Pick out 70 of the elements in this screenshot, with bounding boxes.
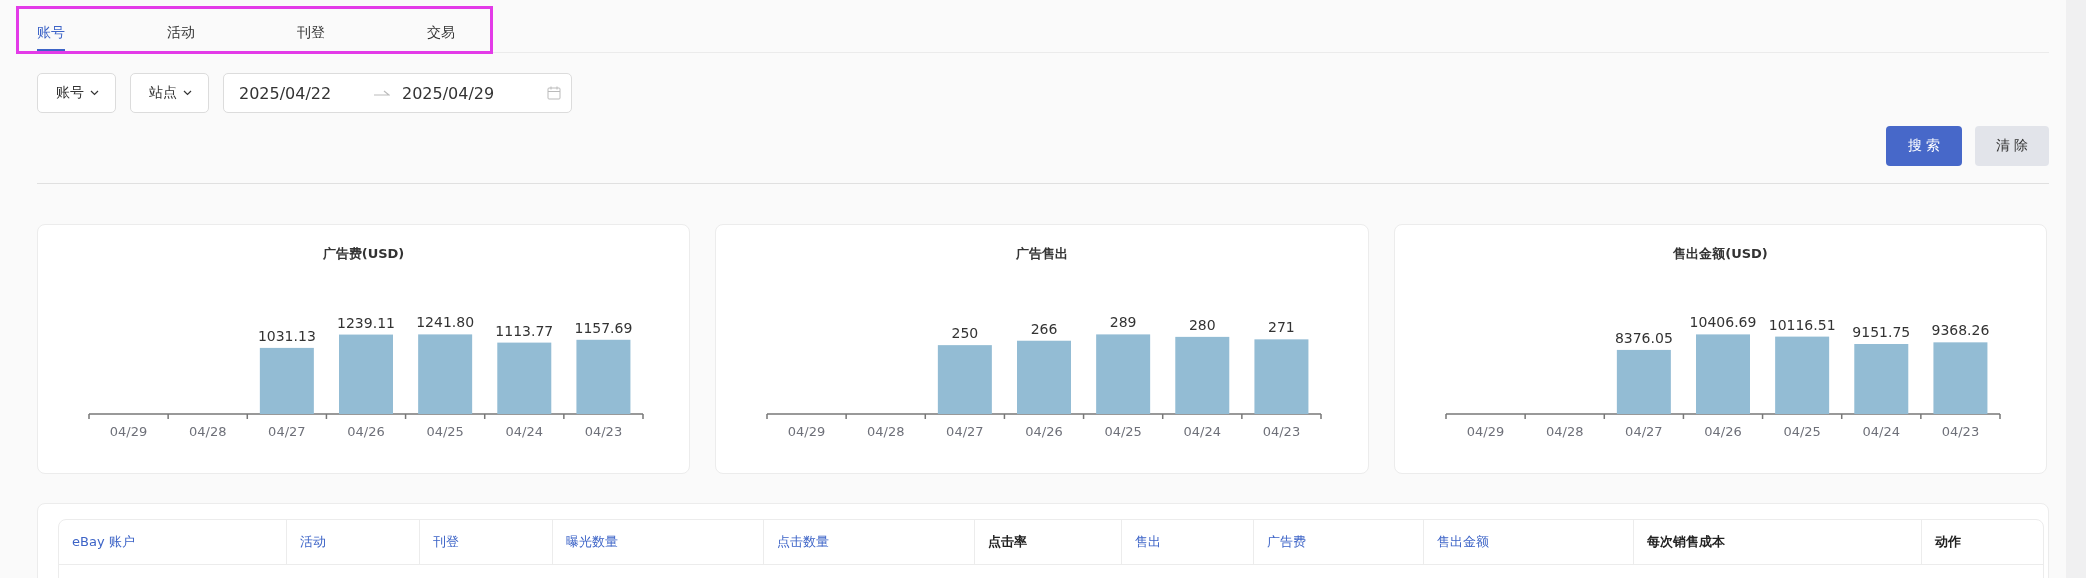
column-header: 每次销售成本	[1634, 520, 1922, 564]
axis-label: 04/26	[1025, 424, 1063, 439]
bar	[1616, 349, 1671, 414]
bar	[1933, 342, 1988, 414]
axis-label: 04/24	[505, 424, 543, 439]
start-date: 2025/04/22	[239, 83, 333, 103]
axis-label: 04/26	[347, 424, 385, 439]
column-header[interactable]: eBay 账户	[59, 520, 287, 564]
tab[interactable]: 交易	[427, 0, 455, 52]
axis-label: 04/27	[1625, 424, 1663, 439]
axis-label: 04/24	[1183, 424, 1221, 439]
tab[interactable]: 活动	[167, 0, 195, 52]
bar-value: 10116.51	[1768, 316, 1836, 333]
bar-value: 9151.75	[1852, 324, 1911, 340]
axis-label: 04/25	[426, 424, 464, 439]
dropdown[interactable]: 账号	[37, 73, 116, 113]
chevron-down-icon	[183, 90, 192, 96]
bar-value: 1241.80	[416, 314, 475, 331]
bar-value: 266	[1030, 320, 1058, 337]
column-header[interactable]: 广告费	[1254, 520, 1424, 564]
end-date: 2025/04/29	[402, 83, 496, 103]
chart-title: 广告售出	[1015, 245, 1069, 263]
bar-value: 1157.69	[574, 319, 633, 336]
axis-label: 04/28	[867, 424, 905, 439]
bar-value: 1031.13	[257, 327, 316, 344]
bar-value: 10406.69	[1689, 314, 1757, 331]
column-header[interactable]: 刊登	[420, 520, 553, 564]
column-header[interactable]: 点击数量	[764, 520, 975, 564]
axis-label: 04/27	[268, 424, 306, 439]
axis-label: 04/23	[584, 424, 623, 439]
axis-label: 04/29	[109, 424, 148, 439]
date-range-field[interactable]: 2025/04/22 2025/04/29	[223, 73, 572, 113]
axis-label: 04/29	[1466, 424, 1505, 439]
bar	[1854, 344, 1909, 414]
bar-value: 9368.26	[1931, 322, 1990, 339]
axis-label: 04/29	[787, 424, 826, 439]
bar	[259, 347, 314, 414]
axis-label: 04/23	[1941, 424, 1980, 439]
axis-label: 04/24	[1862, 424, 1900, 439]
column-header[interactable]: 售出	[1122, 520, 1254, 564]
axis-label: 04/28	[1546, 424, 1584, 439]
chart-title: 售出金额(USD)	[1672, 245, 1769, 263]
axis-label: 04/25	[1783, 424, 1821, 439]
column-header: 点击率	[975, 520, 1122, 564]
bar-value: 289	[1109, 314, 1137, 331]
axis-label: 04/26	[1704, 424, 1742, 439]
axis-label: 04/28	[189, 424, 227, 439]
column-header: 动作	[1934, 533, 1962, 551]
axis-label: 04/27	[946, 424, 984, 439]
bar-value: 1113.77	[495, 322, 554, 339]
bar	[937, 345, 992, 414]
search-button[interactable]: 搜 索	[1886, 126, 1962, 166]
column-header[interactable]: 活动	[287, 520, 420, 564]
calendar-icon	[547, 86, 561, 100]
tab[interactable]: 刊登	[297, 0, 325, 52]
chart-title: 广告费(USD)	[321, 245, 406, 263]
tab[interactable]: 账号	[37, 0, 65, 52]
bar	[497, 342, 552, 414]
bar-value: 1239.11	[337, 314, 395, 331]
clear-button[interactable]: 清 除	[1975, 126, 2049, 166]
dropdown[interactable]: 站点	[130, 73, 209, 113]
bar-value: 271	[1268, 319, 1295, 336]
column-header[interactable]: 曝光数量	[553, 520, 764, 564]
bar-value: 250	[951, 325, 979, 342]
column-header[interactable]: 售出金额	[1424, 520, 1634, 564]
axis-label: 04/23	[1262, 424, 1301, 439]
bar-value: 280	[1188, 316, 1216, 333]
axis-label: 04/25	[1104, 424, 1142, 439]
chevron-down-icon	[90, 90, 99, 96]
bar-value: 8376.05	[1614, 329, 1673, 346]
